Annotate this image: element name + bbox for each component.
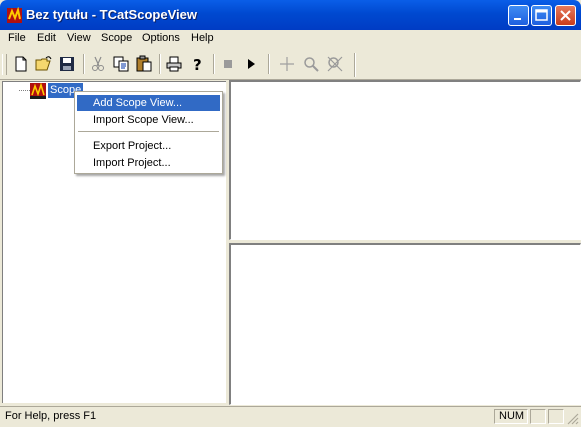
crosshair-icon[interactable] — [278, 55, 296, 73]
context-menu: Add Scope View... Import Scope View... E… — [74, 91, 223, 174]
context-menu-add-scope-view[interactable]: Add Scope View... — [77, 95, 220, 111]
title-bar[interactable]: Bez tytułu - TCatScopeView — [0, 0, 581, 30]
menu-help[interactable]: Help — [191, 32, 214, 44]
window-title: Bez tytułu - TCatScopeView — [26, 7, 197, 22]
cut-icon[interactable] — [89, 55, 107, 73]
toolbar-grip[interactable] — [2, 54, 7, 75]
minimize-button[interactable] — [508, 5, 529, 26]
status-bar: For Help, press F1 NUM — [0, 406, 581, 427]
scope-view-bottom-pane[interactable] — [229, 243, 581, 405]
minimize-icon — [514, 18, 521, 20]
toolbar-end — [354, 53, 356, 77]
scope-icon — [30, 83, 46, 99]
print-icon[interactable] — [165, 55, 183, 73]
menu-options[interactable]: Options — [142, 32, 180, 44]
zoom-icon[interactable] — [302, 55, 320, 73]
status-help-text: For Help, press F1 — [5, 410, 97, 422]
close-icon — [560, 10, 571, 21]
status-empty-panel — [548, 409, 564, 424]
app-window: Bez tytułu - TCatScopeView File Edit Vie… — [0, 0, 581, 427]
toolbar-separator — [213, 54, 215, 74]
save-icon[interactable] — [58, 55, 76, 73]
copy-icon[interactable] — [112, 55, 130, 73]
resize-grip-icon[interactable] — [565, 411, 579, 425]
menu-edit[interactable]: Edit — [37, 32, 56, 44]
help-icon[interactable]: ? — [189, 55, 207, 73]
maximize-button[interactable] — [531, 5, 552, 26]
toolbar-separator — [83, 54, 85, 74]
stop-icon[interactable] — [219, 55, 237, 73]
status-empty-panel — [530, 409, 546, 424]
app-logo-icon — [7, 7, 22, 23]
context-menu-import-project[interactable]: Import Project... — [77, 155, 220, 171]
menu-bar: File Edit View Scope Options Help — [0, 30, 581, 48]
status-num-indicator: NUM — [499, 410, 525, 422]
context-menu-separator — [78, 131, 219, 132]
scope-view-top-pane[interactable] — [229, 80, 581, 240]
svg-text:?: ? — [193, 56, 202, 73]
toolbar-separator — [268, 54, 270, 74]
new-file-icon[interactable] — [12, 55, 30, 73]
open-folder-icon[interactable] — [35, 55, 53, 73]
context-menu-import-scope-view[interactable]: Import Scope View... — [77, 112, 220, 128]
menu-scope[interactable]: Scope — [101, 32, 132, 44]
context-menu-export-project[interactable]: Export Project... — [77, 138, 220, 154]
menu-file[interactable]: File — [8, 32, 26, 44]
toolbar-separator — [159, 54, 161, 74]
close-button[interactable] — [555, 5, 576, 26]
tree-connector — [19, 90, 30, 91]
zoom-reset-icon[interactable] — [326, 55, 344, 73]
play-icon[interactable] — [242, 55, 260, 73]
toolbar: ? — [0, 51, 581, 79]
maximize-icon — [535, 9, 548, 21]
paste-icon[interactable] — [135, 55, 153, 73]
menu-view[interactable]: View — [67, 32, 91, 44]
